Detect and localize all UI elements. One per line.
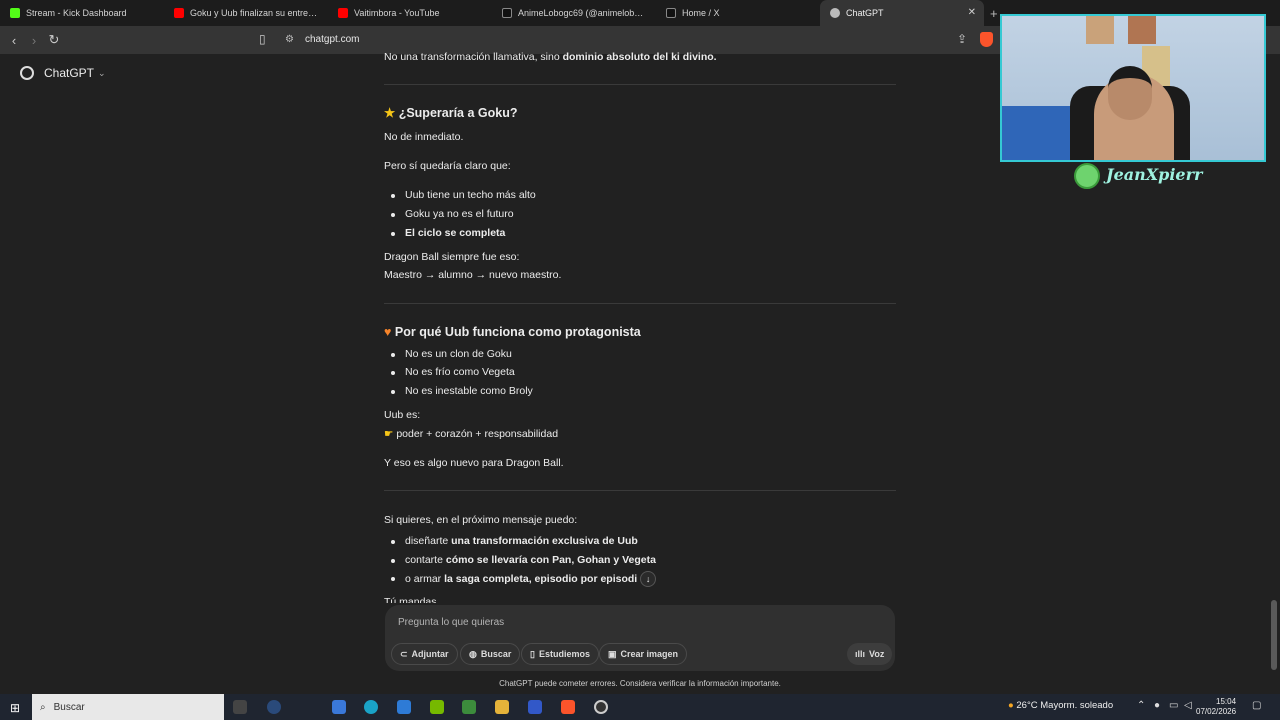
bed [1002,106,1074,160]
webcam-overlay [1000,14,1266,162]
paragraph: Si quieres, en el próximo mensaje puedo: [384,514,578,526]
mail-icon[interactable] [397,700,411,714]
list-item: contarte cómo se llevaría con Pan, Gohan… [384,553,656,568]
streamer-head [1108,66,1152,120]
windows-start-icon[interactable]: ⊞ [10,701,20,715]
forward-icon[interactable]: › [24,33,44,48]
chatgpt-icon [830,8,840,18]
list-item: No es inestable como Broly [384,384,533,399]
section-heading: ♥ Por qué Uub funciona como protagonista [384,325,641,339]
paragraph: Pero sí quedaría claro que: [384,160,511,172]
globe-icon: ◍ [469,648,477,659]
star-icon: ★ [384,106,396,120]
poster [1128,16,1156,44]
screen: Stream - Kick Dashboard Goku y Uub final… [0,0,1280,720]
taskbar-search[interactable]: ⌕ Buscar [32,694,224,720]
section-heading: ★ ¿Superaría a Goku? [384,106,518,120]
tab-x[interactable]: Home / X [656,0,820,26]
paragraph: Tú mandas [384,596,437,603]
tab-youtube-goku[interactable]: Goku y Uub finalizan su entrenamien [164,0,328,26]
close-tab-icon[interactable]: ✕ [968,7,976,18]
poster [1086,16,1114,44]
app-title: ChatGPT [44,66,95,80]
notification-icon[interactable]: ▢ [1252,700,1261,711]
volume-icon[interactable]: ◁ [1184,700,1192,711]
scrollbar[interactable] [1271,600,1277,670]
list-item: Goku ya no es el futuro [384,207,514,222]
app-icon[interactable] [528,700,542,714]
streamer-avatar [1074,163,1100,189]
voice-button[interactable]: ıllı Voz [847,643,893,665]
list-item: Uub tiene un techo más alto [384,188,536,203]
paragraph: Uub es: [384,409,421,421]
tab-chatgpt[interactable]: ChatGPT ✕ [820,0,984,26]
truncated-line: No una transformación llamativa, sino do… [384,51,717,63]
chevron-up-icon[interactable]: ⌃ [1137,700,1145,711]
paragraph: Maestro → alumno → nuevo maestro. [384,269,562,281]
waveform-icon: ıllı [855,649,866,659]
search-button[interactable]: ◍ Buscar [460,643,521,665]
bookmark-icon[interactable]: ▯ [259,32,266,46]
x-icon [666,8,676,18]
paragraph: ☛ poder + corazón + responsabilidad [384,428,559,440]
sun-icon: ● [1008,700,1014,711]
app-icon[interactable] [462,700,476,714]
list-item: diseñarte una transformación exclusiva d… [384,534,638,549]
streamer-name: JeanXpierr [1106,165,1203,184]
divider [384,490,896,491]
weather-widget[interactable]: ● 26°C Mayorm. soleado [1008,700,1113,711]
microphone-icon[interactable]: ● [1154,700,1160,711]
brave-shield-icon[interactable] [980,32,993,47]
divider [384,84,896,85]
url-field[interactable]: chatgpt.com [305,34,359,45]
file-explorer-icon[interactable] [495,700,509,714]
scroll-down-icon[interactable]: ↓ [640,571,657,587]
orange-heart-icon: ♥ [384,325,392,339]
kick-icon [10,8,20,18]
tab-kick[interactable]: Stream - Kick Dashboard [0,0,164,26]
site-info-icon[interactable]: ⚙ [285,34,294,45]
list-item: No es frío como Vegeta [384,365,515,380]
share-icon[interactable]: ⇪ [957,32,967,46]
edge-icon[interactable] [364,700,378,714]
create-image-button[interactable]: ▣ Crear imagen [599,643,688,665]
tab-youtube-vaitimbora[interactable]: Vaitimbora - YouTube [328,0,492,26]
clock[interactable]: 15:04 07/02/2026 [1196,697,1236,718]
app-icon[interactable] [267,700,281,714]
youtube-icon [338,8,348,18]
store-icon[interactable] [332,700,346,714]
back-icon[interactable]: ‹ [4,33,24,48]
tab-tiktok[interactable]: AnimeLobogc69 (@animelobogc69) [492,0,656,26]
book-icon: ▯ [530,648,535,659]
tiktok-icon [502,8,512,18]
paragraph: Y eso es algo nuevo para Dragon Ball. [384,457,564,469]
new-tab-icon[interactable]: + [990,6,998,21]
list-item: o armar la saga completa, episodio por e… [384,571,657,587]
paragraph: No de inmediato. [384,131,464,143]
study-button[interactable]: ▯ Estudiemos [521,643,599,665]
divider [384,303,896,304]
paragraph: Dragon Ball siempre fue eso: [384,251,520,263]
pointing-hand-icon: ☛ [384,428,394,440]
image-icon: ▣ [608,648,617,659]
taskbar: ⊞ ⌕ Buscar ● 26°C Mayorm. soleado ⌃ ● ▭ ◁… [0,694,1280,720]
search-icon: ⌕ [40,701,46,713]
list-item: No es un clon de Goku [384,347,512,362]
disclaimer: ChatGPT puede cometer errores. Considera… [499,679,781,688]
openai-logo-icon [20,66,34,80]
task-view-icon[interactable] [233,700,247,714]
nvidia-icon[interactable] [430,700,444,714]
chevron-down-icon: ⌄ [98,67,106,78]
list-item: El ciclo se completa [384,226,505,241]
reload-icon[interactable]: ↻ [44,32,64,48]
prompt-input[interactable]: Pregunta lo que quieras [398,617,504,628]
brave-icon[interactable] [561,700,575,714]
obs-icon[interactable] [594,700,608,714]
paperclip-icon: ⊂ [400,648,408,659]
model-selector[interactable]: ChatGPT ⌄ [20,66,106,80]
network-icon[interactable]: ▭ [1169,700,1178,711]
composer: Pregunta lo que quieras ⊂ Adjuntar ◍ Busca… [385,605,895,671]
attach-button[interactable]: ⊂ Adjuntar [391,643,458,665]
youtube-icon [174,8,184,18]
